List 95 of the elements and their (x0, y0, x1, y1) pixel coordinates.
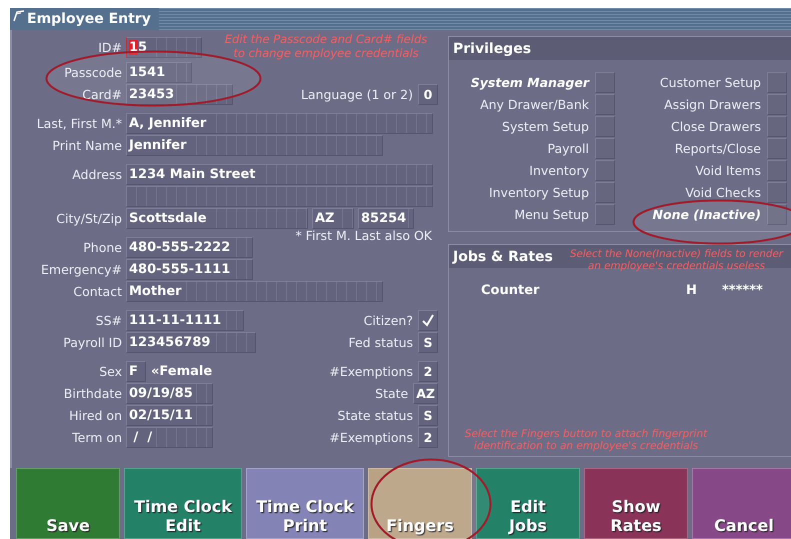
privilege-label: Assign Drawers (664, 96, 761, 112)
input-field[interactable]: A, Jennifer (126, 112, 433, 134)
input-field[interactable]: 1541 (126, 62, 192, 82)
input-field[interactable]: F (126, 360, 146, 382)
input-field[interactable]: 480-555-1111 (126, 258, 253, 280)
input-field[interactable]: 123456789 (126, 332, 256, 352)
field-label: #Exemptions (329, 430, 413, 444)
value-text: «Female (151, 364, 212, 378)
input-field[interactable]: 23453 (126, 84, 233, 104)
input-field[interactable]: / / (126, 426, 213, 448)
input-field[interactable]: 111-11-1111 (126, 310, 244, 330)
checkbox[interactable] (767, 182, 787, 202)
field-label: Phone (82, 240, 123, 254)
field-label: Hired on (68, 408, 123, 422)
hint-text: * First M. Last also OK (295, 228, 432, 243)
action-button[interactable]: Edit Jobs (476, 468, 580, 539)
action-button[interactable]: Show Rates (584, 468, 688, 539)
checkbox[interactable] (767, 72, 787, 92)
panel-header: Privileges (449, 37, 791, 60)
input-field[interactable] (126, 186, 433, 206)
field-label: Print Name (51, 138, 123, 152)
field-label: City/St/Zip (55, 210, 123, 226)
input-field[interactable]: AZ (413, 382, 438, 404)
input-field[interactable]: 1234 Main Street (126, 164, 433, 184)
checkbox[interactable] (595, 138, 615, 158)
field-label: Sex (98, 364, 123, 378)
annotation-text: Select the None(Inactive) fields to render an employee's credentials useless (568, 248, 784, 272)
field-label: Citizen? (364, 312, 413, 328)
input-field[interactable]: Scottsdale (126, 208, 308, 228)
input-field[interactable]: Jennifer (126, 134, 383, 156)
input-field[interactable]: 15 (126, 36, 202, 58)
input-field[interactable]: AZ (312, 208, 354, 228)
field-label: ID# (97, 40, 123, 54)
checkbox[interactable] (595, 72, 615, 92)
field-label: Contact (72, 284, 123, 298)
action-button[interactable]: Time Clock Edit (124, 468, 242, 539)
field-label: Address (71, 166, 123, 182)
checkbox[interactable] (595, 182, 615, 202)
field-label: State (375, 386, 408, 400)
input-field[interactable]: Mother (126, 280, 383, 302)
field-label: Birthdate (62, 386, 123, 400)
privilege-label: Any Drawer/Bank (480, 96, 589, 112)
checkbox[interactable] (767, 94, 787, 114)
privilege-label: Reports/Close (674, 140, 761, 156)
privilege-label: Close Drawers (670, 118, 761, 134)
checkbox[interactable] (767, 160, 787, 180)
privilege-label: System Setup (502, 118, 589, 134)
field-label: State status (338, 408, 413, 422)
checkbox[interactable] (767, 116, 787, 136)
input-field[interactable]: 2 (418, 360, 438, 382)
field-label: SS# (94, 312, 123, 328)
checkbox[interactable] (767, 204, 787, 224)
window-title: Employee Entry (27, 11, 151, 27)
field-label: Language (1 or 2) (300, 86, 413, 102)
input-field[interactable]: 480-555-2222 (126, 236, 253, 258)
input-field[interactable]: 2 (418, 426, 438, 448)
field-label: Payroll ID (62, 334, 123, 350)
input-field[interactable]: 0 (418, 84, 438, 104)
checkbox[interactable] (595, 160, 615, 180)
privilege-label: Void Checks (685, 184, 761, 200)
pay-rate: ****** (722, 282, 763, 298)
field-label: Passcode (63, 64, 123, 80)
checkbox[interactable] (595, 204, 615, 224)
privilege-label: System Manager (470, 74, 589, 90)
input-field[interactable]: 02/15/11 (126, 404, 213, 426)
job-name[interactable]: Counter (481, 282, 686, 298)
privilege-label: Inventory Setup (488, 184, 589, 200)
privilege-label: Inventory (529, 162, 589, 178)
input-field[interactable]: 85254 (358, 208, 414, 228)
privilege-label: Customer Setup (660, 74, 761, 90)
field-label: Last, First M.* (36, 116, 123, 130)
input-field[interactable]: S (418, 332, 438, 352)
privilege-label: Menu Setup (514, 206, 589, 222)
privilege-label: Payroll (548, 140, 589, 156)
field-label: Term on (71, 430, 123, 444)
input-field[interactable]: 09/19/85 (126, 382, 213, 404)
privilege-label: Void Items (695, 162, 761, 178)
checkbox[interactable] (595, 116, 615, 136)
checkbox[interactable] (418, 310, 438, 330)
annotation-text: Edit the Passcode and Card# fields to change employee credentials (224, 32, 428, 60)
field-label: #Exemptions (329, 364, 413, 378)
action-button[interactable]: Cancel (692, 468, 791, 539)
annotation-text: Select the Fingers button to attach fingerprint identification to an employee's credentials (464, 428, 708, 452)
privilege-label: None (Inactive) (652, 206, 761, 222)
window-icon (13, 10, 25, 22)
field-label: Emergency# (40, 262, 123, 276)
checkbox[interactable] (595, 94, 615, 114)
field-label: Fed status (348, 334, 413, 350)
checkbox[interactable] (767, 138, 787, 158)
field-label: Card# (81, 86, 123, 102)
action-button[interactable]: Save (16, 468, 120, 539)
input-field[interactable]: S (418, 404, 438, 426)
action-button[interactable]: Time Clock Print (246, 468, 364, 539)
check-icon (421, 313, 435, 327)
pay-type: H (686, 282, 698, 298)
